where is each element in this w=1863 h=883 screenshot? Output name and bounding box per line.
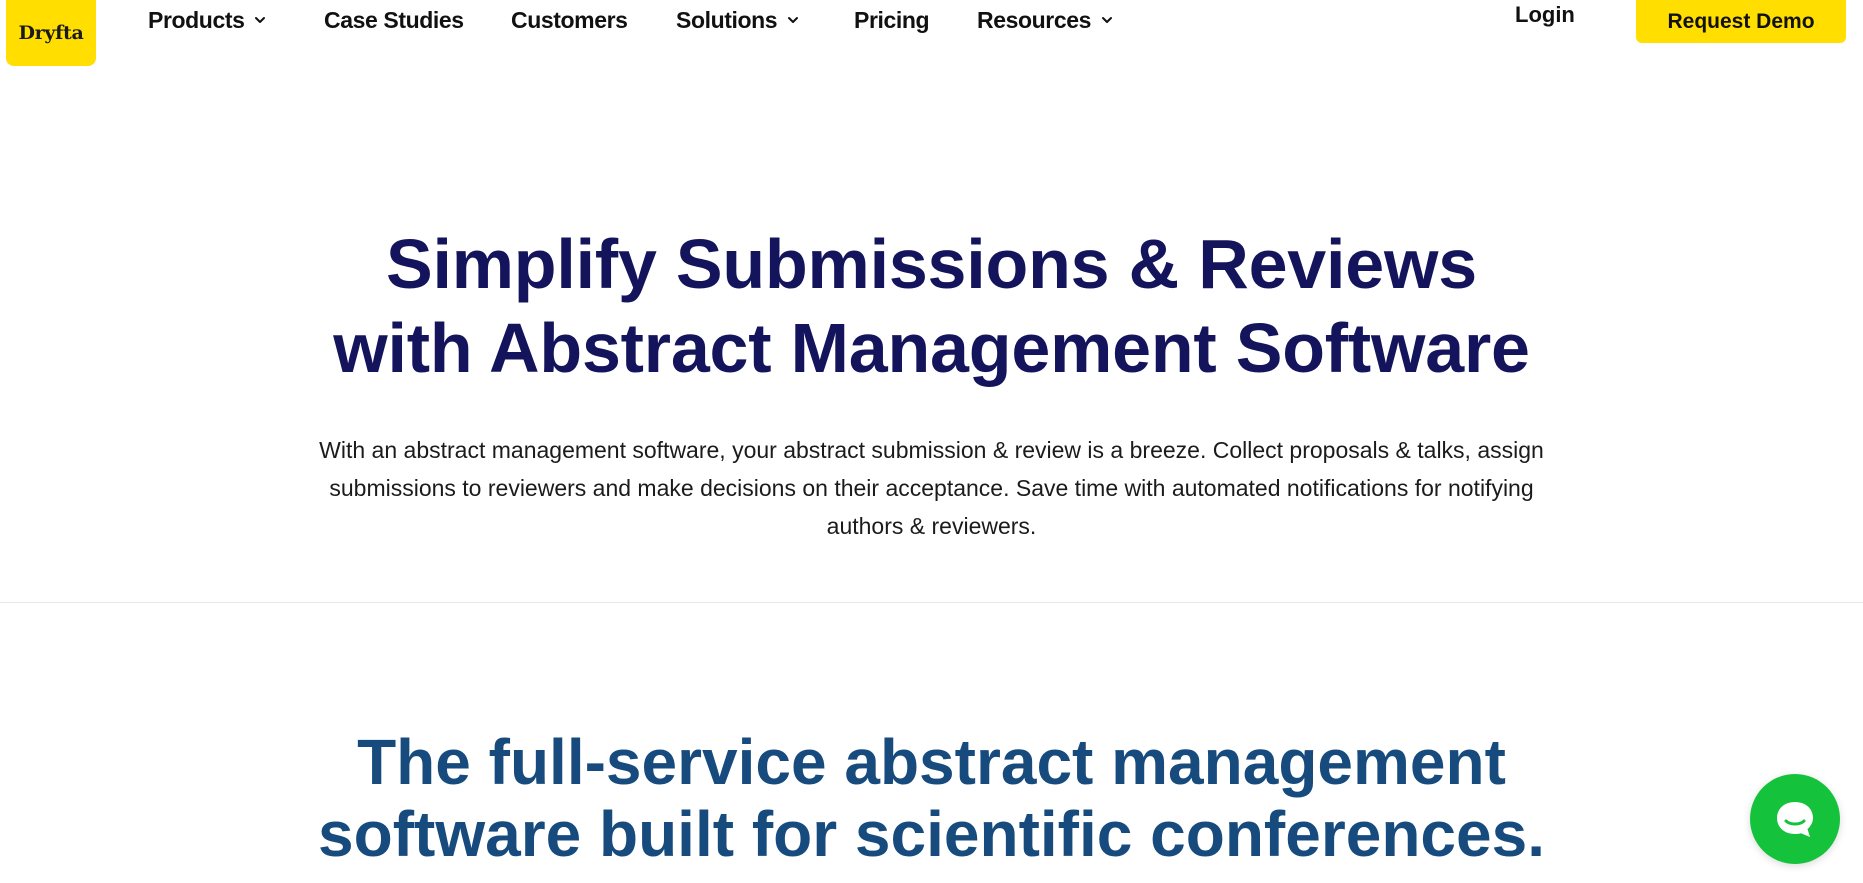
nav-item-pricing[interactable]: Pricing (854, 4, 930, 36)
login-link[interactable]: Login (1515, 0, 1575, 30)
hero-title-line-1: Simplify Submissions & Reviews (386, 225, 1477, 303)
chat-button[interactable] (1750, 774, 1840, 864)
request-demo-label: Request Demo (1667, 9, 1815, 33)
nav-item-label: Products (148, 6, 245, 33)
section-divider (0, 602, 1863, 603)
nav-item-case-studies[interactable]: Case Studies (324, 4, 464, 36)
section-title: The full-service abstract management sof… (0, 726, 1863, 870)
nav-item-label: Case Studies (324, 6, 464, 33)
nav-item-label: Resources (977, 6, 1092, 33)
chevron-down-icon (788, 17, 799, 23)
nav-item-label: Customers (511, 6, 628, 33)
nav-item-products[interactable]: Products (148, 4, 266, 36)
top-navbar: Dryfta Products Case Studies Customers S… (0, 0, 1863, 70)
nav-item-label: Pricing (854, 6, 930, 33)
chat-bubble-icon (1777, 802, 1813, 837)
chevron-down-icon (255, 17, 266, 23)
nav-item-customers[interactable]: Customers (511, 4, 628, 36)
logo[interactable]: Dryfta (6, 0, 96, 66)
chevron-down-icon (1102, 17, 1113, 23)
section-title-line-1: The full-service abstract management (357, 726, 1506, 798)
hero-description: With an abstract management software, yo… (319, 437, 1544, 539)
hero-title-line-2: with Abstract Management Software (333, 309, 1530, 387)
nav-item-label: Solutions (676, 6, 778, 33)
request-demo-button[interactable]: Request Demo (1636, 0, 1846, 43)
hero-title: Simplify Submissions & Reviews with Abst… (0, 222, 1863, 390)
section-title-line-2: software built for scientific conference… (318, 798, 1545, 870)
logo-text: Dryfta (18, 22, 84, 44)
nav-item-solutions[interactable]: Solutions (676, 4, 799, 36)
nav-item-resources[interactable]: Resources (977, 4, 1113, 36)
